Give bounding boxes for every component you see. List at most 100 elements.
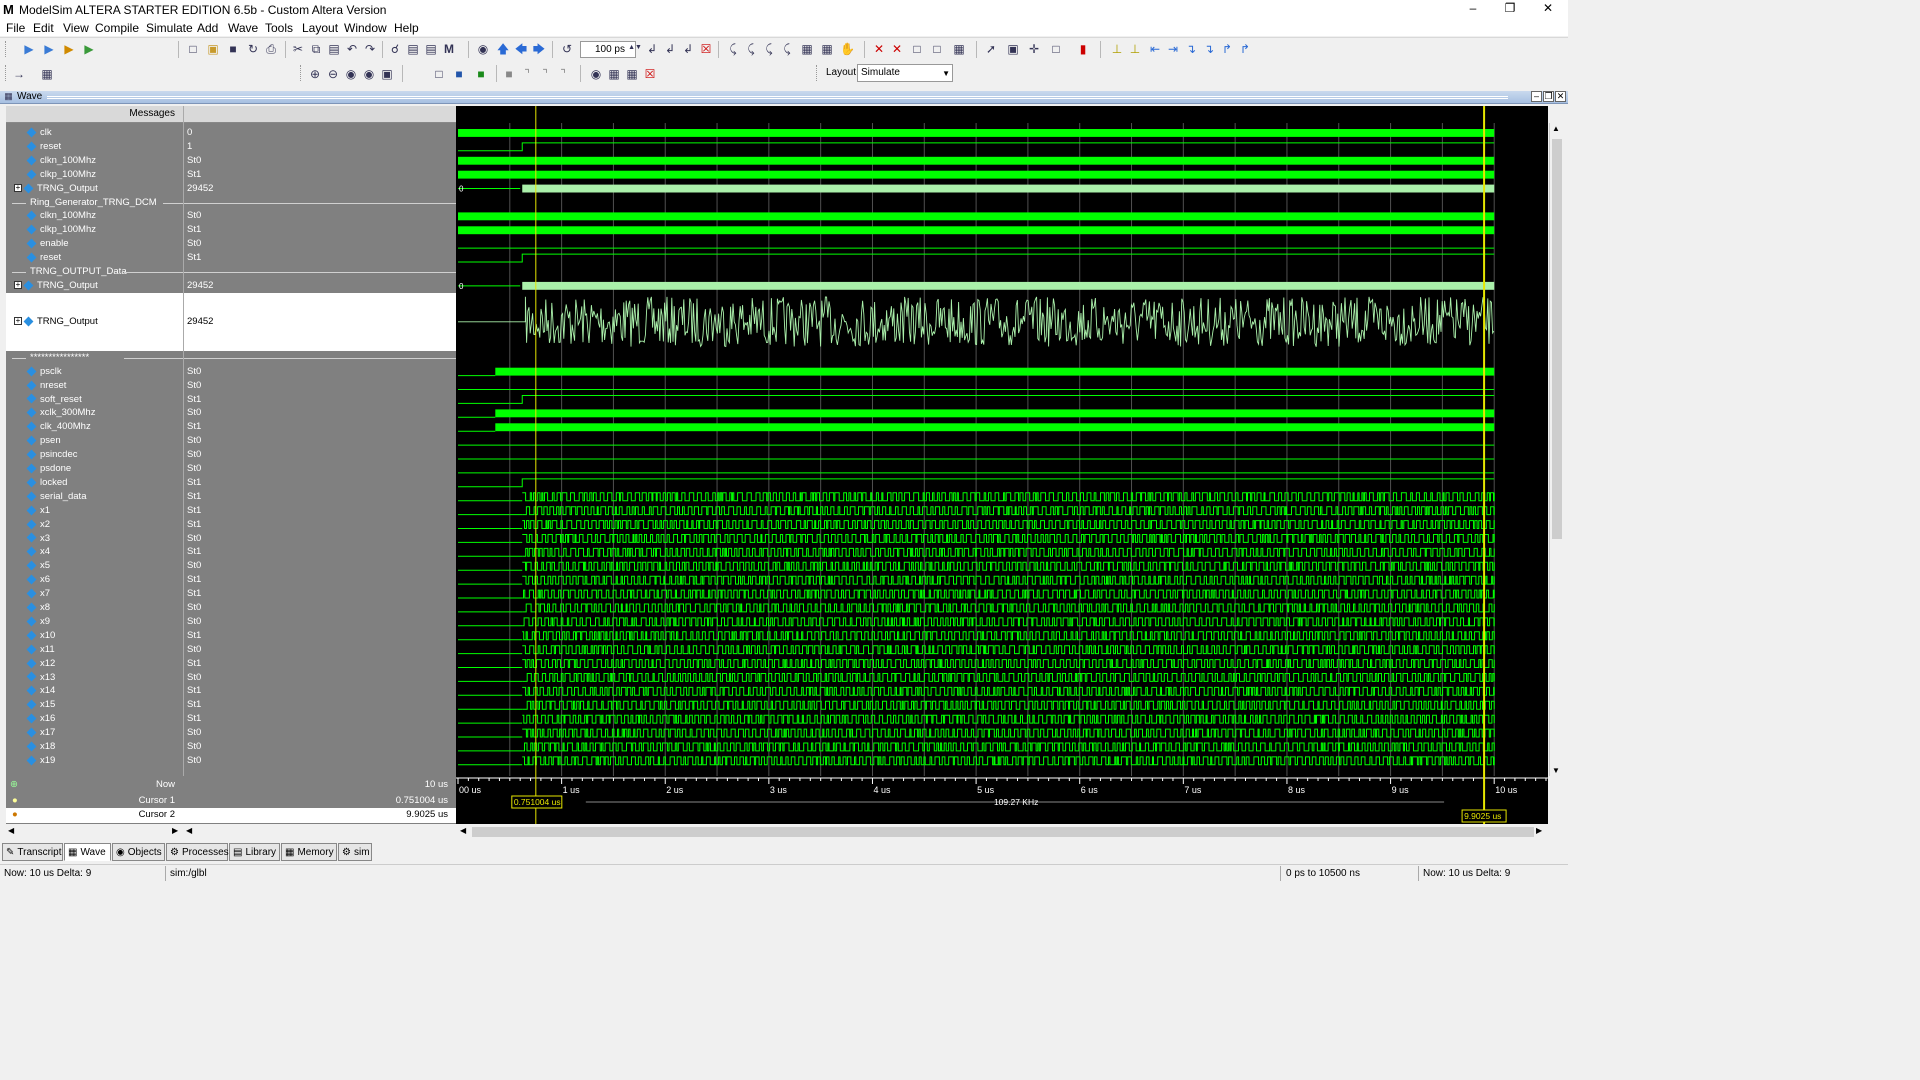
signal-value-row[interactable]: St0 [184, 726, 456, 740]
break-run-icon[interactable]: ☒ [699, 42, 713, 56]
wave-format-icon[interactable]: □ [432, 67, 446, 81]
expand-icon[interactable]: + [14, 317, 22, 326]
signal-value-row[interactable]: St0 [184, 154, 456, 168]
signal-row[interactable]: + TRNG_Output [6, 182, 183, 196]
signal-row[interactable]: + TRNG_Output [6, 293, 183, 351]
wave-format-3-icon[interactable]: ■ [474, 67, 488, 81]
signal-row[interactable]: psincdec [6, 448, 183, 462]
tab-library[interactable]: ▤ Library [229, 843, 280, 861]
wave-compare-3-icon[interactable]: ▦ [625, 67, 639, 81]
signal-row[interactable]: x8 [6, 601, 183, 615]
signal-value-row[interactable]: St0 [184, 643, 456, 657]
continue-icon[interactable]: ↲ [663, 42, 677, 56]
restart-icon[interactable]: ↺ [560, 42, 574, 56]
paste-icon[interactable]: ▤ [327, 42, 341, 56]
step-into-icon[interactable]: ⤹ [780, 42, 794, 56]
signal-value-row[interactable]: St1 [184, 490, 456, 504]
signal-value-row[interactable]: St0 [184, 740, 456, 754]
compile-out-of-date-icon[interactable]: ▶ [62, 42, 76, 56]
spin-arrows-icon[interactable]: ▲▼ [628, 41, 642, 55]
zoom-mode-icon[interactable]: ▣ [1006, 42, 1020, 56]
signal-row[interactable]: xclk_300Mhz [6, 406, 183, 420]
signal-row[interactable]: enable [6, 237, 183, 251]
minimize-icon[interactable]: – [1455, 1, 1491, 15]
redo-icon[interactable]: ↷ [363, 42, 377, 56]
new-file-icon[interactable]: □ [186, 42, 200, 56]
menu-compile[interactable]: Compile [95, 21, 139, 35]
signal-row[interactable]: x18 [6, 740, 183, 754]
up-arrow-icon[interactable]: 🡅 [496, 42, 510, 56]
signal-value-row[interactable]: St0 [184, 379, 456, 393]
tab-processes[interactable]: ⚙ Processes [166, 843, 229, 861]
vertical-scroll-thumb[interactable] [1552, 139, 1562, 539]
performance-icon[interactable]: ▦ [40, 67, 54, 81]
signal-value-row[interactable]: St0 [184, 365, 456, 379]
tab-memory[interactable]: ▦ Memory [281, 843, 337, 861]
next-falling-icon[interactable]: ↴ [1202, 42, 1216, 56]
signal-row[interactable]: x6 [6, 573, 183, 587]
cursor2-label[interactable]: Cursor 2 [139, 808, 175, 822]
signal-row[interactable]: psclk [6, 365, 183, 379]
signal-value-row[interactable]: St0 [184, 209, 456, 223]
signal-row[interactable]: locked [6, 476, 183, 490]
divider-row[interactable]: Ring_Generator_TRNG_DCM [6, 196, 183, 210]
print-icon[interactable]: ⎙ [264, 42, 278, 56]
open-folder-icon[interactable]: ▣ [206, 42, 220, 56]
signal-value-row[interactable]: 29452 [184, 279, 456, 293]
zoom-out-icon[interactable]: ⊖ [326, 67, 340, 81]
waveform-pane[interactable]: 00 [456, 106, 1548, 776]
signal-value-row[interactable]: St1 [184, 476, 456, 490]
signal-row[interactable]: x3 [6, 532, 183, 546]
signal-row[interactable]: clkn_100Mhz [6, 209, 183, 223]
expand-icon[interactable]: + [14, 184, 22, 193]
wave-close-icon[interactable]: ✕ [1555, 91, 1566, 102]
signal-row[interactable]: x7 [6, 587, 183, 601]
cursor1-label[interactable]: Cursor 1 [139, 794, 175, 808]
signal-row[interactable]: x17 [6, 726, 183, 740]
scroll-left-icon[interactable]: ◀ [8, 826, 14, 835]
menu-add[interactable]: Add [197, 21, 218, 35]
signal-value-row[interactable]: St1 [184, 698, 456, 712]
signal-value-row[interactable]: 29452 [184, 293, 456, 351]
menu-window[interactable]: Window [344, 21, 387, 35]
signal-row[interactable]: reset [6, 251, 183, 265]
toolbar-grip[interactable] [5, 41, 8, 57]
forward-arrow-icon[interactable]: 🡆 [532, 42, 546, 56]
signal-row[interactable]: clkp_100Mhz [6, 168, 183, 182]
signal-row[interactable]: clk_400Mhz [6, 420, 183, 434]
wave-compare-stop-icon[interactable]: ☒ [643, 67, 657, 81]
signal-row[interactable]: psen [6, 434, 183, 448]
signal-row[interactable]: clk [6, 126, 183, 140]
next-rising-icon[interactable]: ↱ [1238, 42, 1252, 56]
compile-all-icon[interactable]: ▶ [42, 42, 56, 56]
tab-wave[interactable]: ▦ Wave [64, 843, 111, 861]
signal-value-row[interactable]: 29452 [184, 182, 456, 196]
prev-edge-icon[interactable]: ⇤ [1148, 42, 1162, 56]
signal-value-row[interactable]: 0 [184, 126, 456, 140]
back-arrow-icon[interactable]: 🡄 [514, 42, 528, 56]
page-icon[interactable]: □ [910, 42, 924, 56]
signal-value-row[interactable]: St0 [184, 601, 456, 615]
signal-value-row[interactable]: St0 [184, 434, 456, 448]
signal-value-row[interactable]: St1 [184, 545, 456, 559]
remove-icon[interactable]: ✕ [872, 42, 886, 56]
wave-compare-icon[interactable]: ◉ [589, 67, 603, 81]
signal-value-row[interactable]: St0 [184, 237, 456, 251]
signal-row[interactable]: soft_reset [6, 393, 183, 407]
signal-value-row[interactable]: St1 [184, 712, 456, 726]
menu-layout[interactable]: Layout [302, 21, 338, 35]
signal-value-row[interactable]: St0 [184, 615, 456, 629]
divider-row[interactable]: TRNG_OUTPUT_Data [6, 265, 183, 279]
signal-row[interactable]: clkn_100Mhz [6, 154, 183, 168]
signal-row[interactable]: clkp_100Mhz [6, 223, 183, 237]
edge-3-icon[interactable]: ⌝ [538, 67, 552, 81]
zoom-in-icon[interactable]: ⊕ [308, 67, 322, 81]
run-all-icon[interactable]: ↲ [681, 42, 695, 56]
signal-value-row[interactable]: St1 [184, 573, 456, 587]
signal-value-row[interactable]: St1 [184, 504, 456, 518]
signal-value-row[interactable]: St1 [184, 168, 456, 182]
find-icon[interactable]: ☌ [388, 42, 402, 56]
tab-objects[interactable]: ◉ Objects [112, 843, 165, 861]
header-drag-bar[interactable] [47, 96, 1508, 99]
select-pointer-icon[interactable]: ➚ [984, 42, 998, 56]
